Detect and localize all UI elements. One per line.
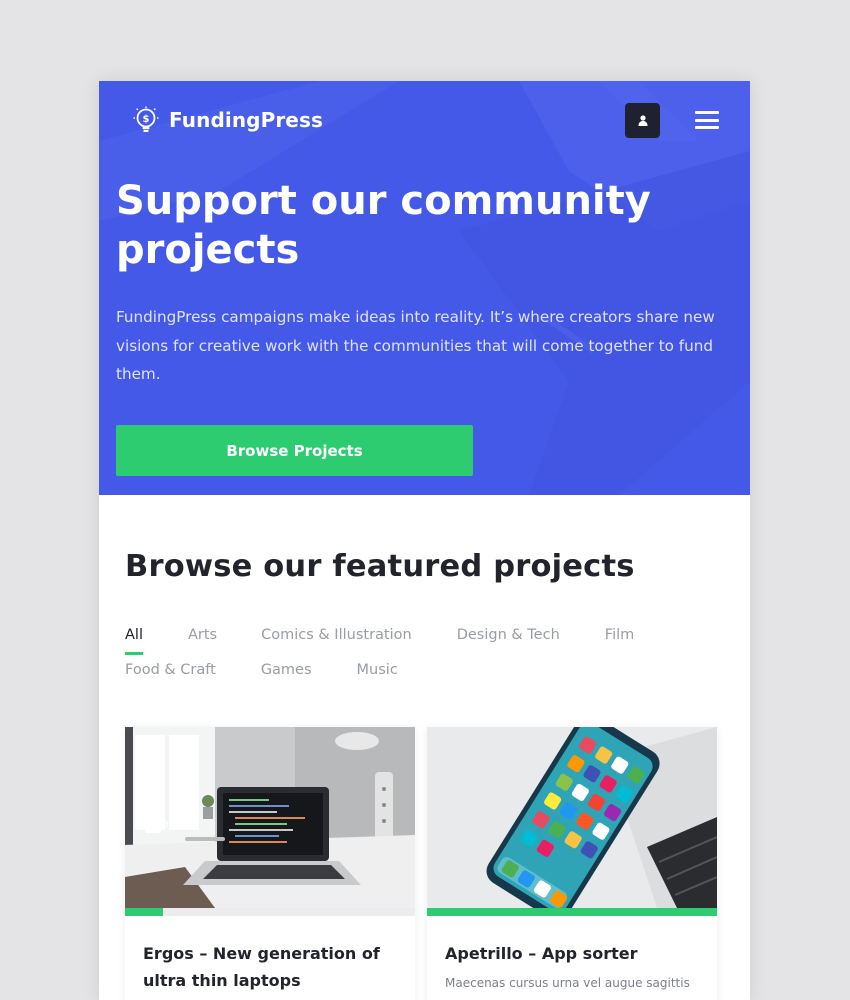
project-card[interactable]: Apetrillo – App sorter Maecenas cursus u…	[427, 727, 717, 1000]
filter-row: All Arts Comics & Illustration Design & …	[125, 627, 725, 655]
project-image[interactable]	[125, 727, 415, 908]
top-navigation-bar: $ FundingPress	[99, 81, 750, 161]
laptop-on-desk-photo	[125, 727, 415, 908]
project-description: Maecenas cursus urna vel augue sagittis	[445, 976, 690, 990]
project-card[interactable]: Ergos – New generation of ultra thin lap…	[125, 727, 415, 1000]
svg-text:$: $	[143, 114, 150, 125]
funding-progress-bar	[125, 908, 415, 916]
project-title[interactable]: Ergos – New generation of ultra thin lap…	[143, 940, 398, 994]
project-title[interactable]: Apetrillo – App sorter	[445, 940, 700, 967]
category-filter-tabs: All Arts Comics & Illustration Design & …	[125, 627, 725, 697]
filter-tab-all[interactable]: All	[125, 627, 143, 655]
lightbulb-dollar-icon: $	[133, 106, 159, 132]
hero-description: FundingPress campaigns make ideas into r…	[116, 308, 715, 383]
funding-progress-bar	[427, 908, 717, 916]
filter-tab-comics-illustration[interactable]: Comics & Illustration	[261, 627, 412, 649]
brand-name: FundingPress	[169, 108, 323, 132]
hamburger-menu-button[interactable]	[695, 109, 719, 131]
filter-tab-arts[interactable]: Arts	[188, 627, 217, 649]
filter-tab-food-craft[interactable]: Food & Craft	[125, 662, 216, 684]
funding-progress-fill	[427, 908, 717, 916]
project-image[interactable]	[427, 727, 717, 908]
filter-tab-games[interactable]: Games	[261, 662, 312, 684]
hero-title: Support our community projects	[116, 178, 651, 273]
brand-logo[interactable]: $ FundingPress	[133, 105, 323, 135]
browse-projects-button[interactable]: Browse Projects	[116, 425, 473, 476]
filter-tab-music[interactable]: Music	[357, 662, 398, 684]
filter-tab-film[interactable]: Film	[605, 627, 634, 649]
featured-section-title: Browse our featured projects	[125, 549, 635, 584]
funding-progress-fill	[125, 908, 163, 916]
filter-row: Food & Craft Games Music	[125, 662, 725, 684]
user-icon	[638, 115, 647, 126]
page-frame: $ FundingPress Support our community pro…	[99, 81, 750, 1000]
hero-section: $ FundingPress Support our community pro…	[99, 81, 750, 495]
filter-tab-design-tech[interactable]: Design & Tech	[457, 627, 560, 649]
user-account-button[interactable]	[625, 103, 660, 138]
smartphone-on-laptop-photo	[427, 727, 717, 908]
hamburger-menu-icon	[695, 111, 719, 114]
